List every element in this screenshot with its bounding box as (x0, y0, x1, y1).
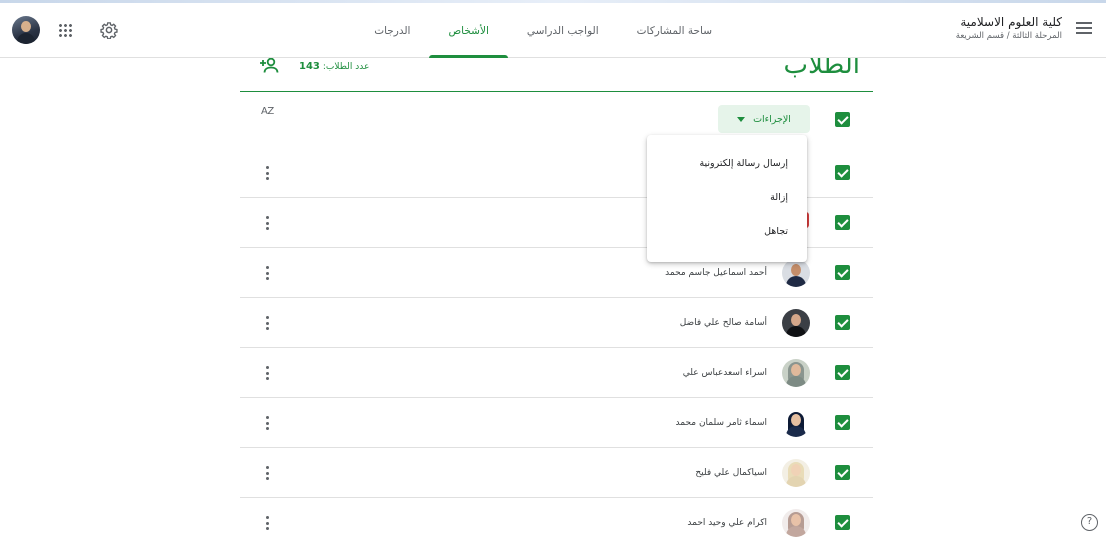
menu-item-mute[interactable]: تجاهل (647, 219, 807, 253)
student-name[interactable]: اكرام علي وحيد احمد (687, 498, 767, 540)
student-name[interactable]: اسياكمال علي فليح (695, 448, 767, 498)
class-name[interactable]: كلية العلوم الاسلامية (842, 14, 1062, 30)
avatar (782, 259, 810, 287)
class-tabs: ساحة المشاركات الواجب الدراسي الأشخاص ال… (355, 0, 731, 58)
more-options-icon[interactable] (262, 513, 274, 533)
account-avatar[interactable] (12, 16, 40, 44)
more-options-icon[interactable] (262, 413, 274, 433)
table-row: اسراء اسعدعباس علي (240, 348, 873, 398)
person-add-icon (260, 57, 279, 73)
more-options-icon[interactable] (262, 163, 274, 183)
student-checkbox[interactable] (835, 365, 850, 380)
avatar (782, 309, 810, 337)
student-name[interactable]: اسماء ثامر سلمان محمد (676, 398, 767, 448)
more-options-icon[interactable] (262, 263, 274, 283)
menu-icon[interactable] (1076, 22, 1092, 34)
more-options-icon[interactable] (262, 363, 274, 383)
select-all-checkbox-wrap (835, 112, 850, 127)
more-options-icon[interactable] (262, 213, 274, 233)
actions-label: الإجراءات (753, 113, 791, 125)
student-name[interactable]: اسراء اسعدعباس علي (683, 348, 767, 398)
more-options-icon[interactable] (262, 313, 274, 333)
students-header: الطلاب عدد الطلاب:143 (240, 50, 873, 92)
student-checkbox[interactable] (835, 265, 850, 280)
gear-icon-svg (100, 22, 118, 40)
avatar (782, 409, 810, 437)
menu-item-remove[interactable]: إزالة (647, 185, 807, 219)
tab-grades[interactable]: الدرجات (355, 0, 429, 58)
settings-gear-icon[interactable] (100, 21, 118, 40)
tab-classwork[interactable]: الواجب الدراسي (508, 0, 618, 58)
google-apps-icon[interactable] (58, 23, 72, 37)
help-icon[interactable]: ? (1081, 514, 1098, 531)
tab-stream[interactable]: ساحة المشاركات (618, 0, 731, 58)
avatar (782, 509, 810, 537)
student-count: عدد الطلاب:143 (299, 61, 369, 72)
student-checkbox[interactable] (835, 215, 850, 230)
class-title[interactable]: كلية العلوم الاسلامية المرحلة الثالثة / … (842, 14, 1062, 43)
actions-menu: إرسال رسالة إلكترونية إزالة تجاهل (647, 135, 807, 262)
student-checkbox[interactable] (835, 315, 850, 330)
student-checkbox[interactable] (835, 415, 850, 430)
table-row: اسياكمال علي فليح (240, 448, 873, 498)
menu-item-email[interactable]: إرسال رسالة إلكترونية (647, 151, 807, 185)
table-row: اسماء ثامر سلمان محمد (240, 398, 873, 448)
select-all-checkbox[interactable] (835, 112, 850, 127)
invite-student-icon[interactable] (258, 56, 280, 74)
avatar (782, 459, 810, 487)
tab-people[interactable]: الأشخاص (429, 0, 509, 58)
more-options-icon[interactable] (262, 463, 274, 483)
table-row: أسامة صالح علي فاضل (240, 298, 873, 348)
student-checkbox[interactable] (835, 465, 850, 480)
student-checkbox[interactable] (835, 515, 850, 530)
student-name[interactable]: أسامة صالح علي فاضل (680, 298, 767, 348)
people-list: الطلاب عدد الطلاب:143 AZ الإجراءات أحمد … (240, 50, 873, 540)
student-count-value: 143 (299, 61, 320, 72)
class-subtitle: المرحلة الثالثة / قسم الشريعة (955, 31, 1062, 41)
top-app-bar: كلية العلوم الاسلامية المرحلة الثالثة / … (0, 0, 1106, 58)
avatar (782, 359, 810, 387)
actions-dropdown-button[interactable]: الإجراءات (718, 105, 810, 133)
table-row: اكرام علي وحيد احمد (240, 498, 873, 540)
student-count-label: عدد الطلاب: (322, 62, 370, 72)
sort-az-icon[interactable]: AZ (261, 106, 274, 117)
student-checkbox[interactable] (835, 165, 850, 180)
chevron-down-icon (737, 116, 746, 122)
